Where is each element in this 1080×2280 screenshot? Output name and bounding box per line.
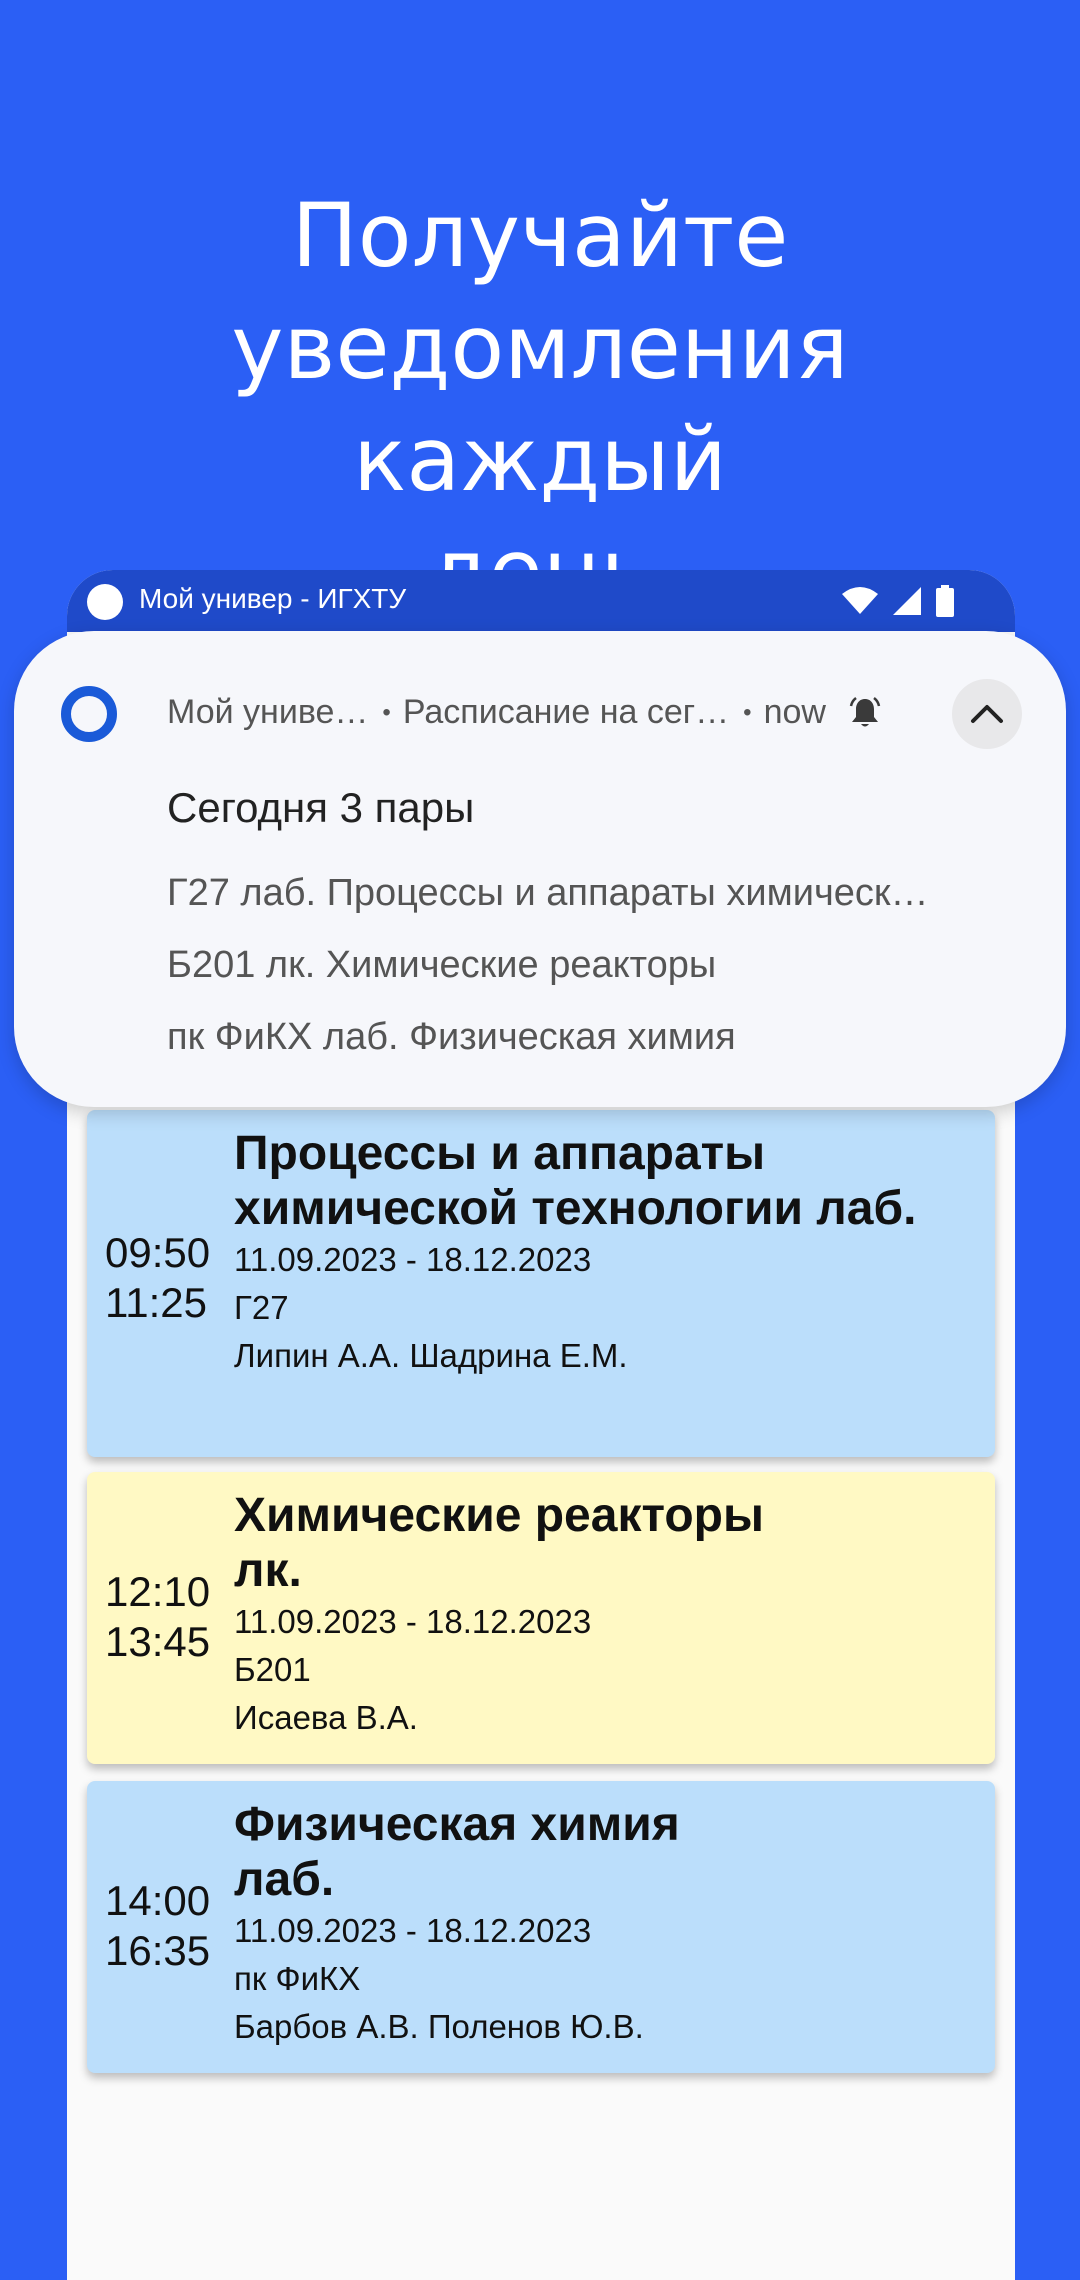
class-end-time: 13:45 <box>105 1618 211 1665</box>
class-room: пк ФиКХ <box>234 1960 361 1997</box>
notification-line: Г27 лаб. Процессы и аппараты химическ… <box>167 872 929 914</box>
class-card[interactable]: 09:50 11:25 Процессы и аппараты химическ… <box>87 1110 995 1457</box>
chevron-up-icon <box>971 705 1003 723</box>
class-room: Г27 <box>234 1289 289 1326</box>
notification-title: Сегодня 3 пары <box>167 784 475 831</box>
collapse-button[interactable] <box>952 679 1022 749</box>
class-time: 14:00 16:35 <box>105 1876 225 1976</box>
class-teachers: Липин А.А. Шадрина Е.М. <box>234 1337 628 1374</box>
notification-time: now <box>763 693 826 731</box>
class-start-time: 09:50 <box>105 1229 211 1276</box>
schedule-notification[interactable]: Мой униве… • Расписание на сег… • now Се… <box>14 631 1066 1107</box>
headline-line-2: уведомления каждый <box>231 296 849 511</box>
separator-dot: • <box>743 698 752 726</box>
class-info: Процессы и аппараты химической технологи… <box>234 1126 954 1380</box>
headline-line-1: Получайте <box>291 184 789 287</box>
class-time: 09:50 11:25 <box>105 1228 225 1328</box>
class-start-time: 12:10 <box>105 1568 211 1615</box>
class-title: Химические реакторы лк. <box>234 1489 764 1597</box>
app-status-icon <box>87 584 123 620</box>
bell-icon <box>849 696 881 726</box>
class-info: Химические реакторы лк. 11.09.2023 - 18.… <box>234 1488 954 1742</box>
notification-line: пк ФиКХ лаб. Физическая химия <box>167 1016 736 1058</box>
notification-line: Б201 лк. Химические реакторы <box>167 944 717 986</box>
class-dates: 11.09.2023 - 18.12.2023 <box>234 1241 592 1278</box>
notification-header: Мой униве… • Расписание на сег… • now <box>167 693 882 732</box>
separator-dot: • <box>382 698 391 726</box>
class-teachers: Барбов А.В. Поленов Ю.В. <box>234 2008 644 2045</box>
class-end-time: 11:25 <box>105 1279 207 1326</box>
signal-icon <box>893 587 921 615</box>
class-dates: 11.09.2023 - 18.12.2023 <box>234 1912 592 1949</box>
battery-icon <box>936 585 954 617</box>
class-card[interactable]: 14:00 16:35 Физическая химия лаб. 11.09.… <box>87 1781 995 2073</box>
class-start-time: 14:00 <box>105 1877 211 1924</box>
class-room: Б201 <box>234 1651 311 1688</box>
class-title: Физическая химия лаб. <box>234 1798 680 1906</box>
class-teachers: Исаева В.А. <box>234 1699 418 1736</box>
class-dates: 11.09.2023 - 18.12.2023 <box>234 1603 592 1640</box>
notification-channel: Расписание на сег… <box>402 693 730 731</box>
status-icons <box>841 584 955 618</box>
class-end-time: 16:35 <box>105 1927 211 1974</box>
status-bar-app-title: Мой универ - ИГХТУ <box>139 583 407 614</box>
app-ring-icon <box>61 686 117 742</box>
notification-lines: Г27 лаб. Процессы и аппараты химическ… Б… <box>167 857 1027 1073</box>
class-card[interactable]: 12:10 13:45 Химические реакторы лк. 11.0… <box>87 1472 995 1764</box>
promo-headline: Получайте уведомления каждый день <box>40 180 1040 628</box>
status-bar: Мой универ - ИГХТУ <box>67 570 1015 632</box>
notification-app-name: Мой униве… <box>167 693 369 731</box>
class-info: Физическая химия лаб. 11.09.2023 - 18.12… <box>234 1797 954 2051</box>
wifi-icon <box>842 587 878 614</box>
class-time: 12:10 13:45 <box>105 1567 225 1667</box>
class-title: Процессы и аппараты химической технологи… <box>234 1127 917 1235</box>
